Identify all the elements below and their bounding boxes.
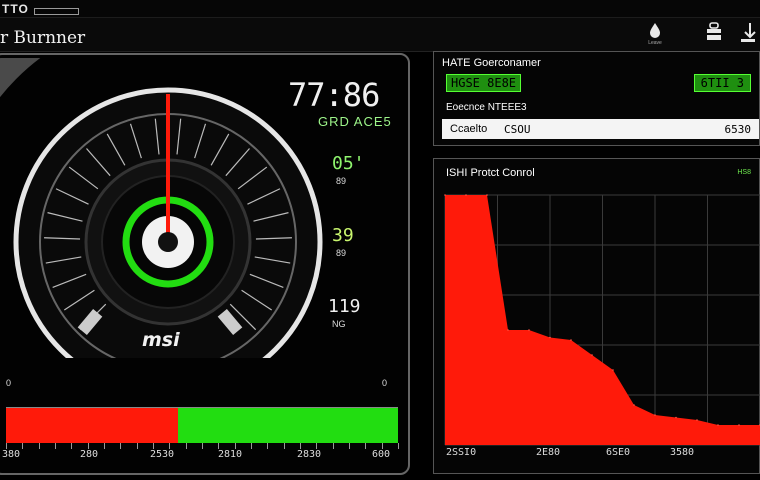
chart-tag: HS8 <box>737 169 751 176</box>
page-title: r Burnner <box>0 28 86 48</box>
speedometer-gauge: msi <box>0 58 323 358</box>
info-input-label: Ccaelto <box>450 123 488 135</box>
stat-1-label: 89 <box>336 176 347 186</box>
load-bar-left-marker: 0 <box>6 378 12 388</box>
info-title: HATE Goerconamer <box>442 57 541 69</box>
app-name: TTO <box>2 2 29 16</box>
profile-button-label: Leave <box>648 40 662 46</box>
speed-readout: 77:86 <box>288 76 380 114</box>
stat-3-label: NG <box>332 319 346 329</box>
chart-panel: ISHI Protct Conrol HS8 <box>433 158 760 474</box>
info-badge[interactable]: HGSE 8E8E <box>446 74 522 92</box>
chart-x-label: 2E80 <box>536 447 561 458</box>
info-value-badge[interactable]: 6TII 3 <box>693 74 751 92</box>
download-icon <box>741 23 756 42</box>
stat-1-value: 05' <box>332 153 365 174</box>
gauge-needle-pivot <box>158 232 178 252</box>
info-panel: HATE Goerconamer HGSE 8E8E 6TII 3 Eoecnc… <box>433 51 760 146</box>
chart-title: ISHI Protct Conrol <box>446 167 535 179</box>
load-bar <box>6 407 398 443</box>
stat-3-value: 119 <box>328 296 361 317</box>
drop-icon <box>650 23 660 38</box>
download-button[interactable] <box>740 22 756 48</box>
load-bar-red-segment <box>6 408 179 443</box>
stat-2-value: 39 <box>332 225 354 246</box>
chart-x-labels: 2SSI0 2E80 6SE0 3580 <box>0 447 760 459</box>
header: r Burnner Leave <box>0 18 760 52</box>
stat-3: 119 NG <box>328 296 361 329</box>
lock-button[interactable] <box>705 22 723 48</box>
load-bar-green-segment <box>178 408 398 443</box>
brand-logo: msi <box>142 329 180 351</box>
lock-icon <box>707 22 721 40</box>
speed-unit: GRD ACE5 <box>318 114 392 129</box>
title-bar: TTO <box>0 0 760 18</box>
stat-1: 05' 89 <box>332 153 365 186</box>
stat-2-label: 89 <box>336 248 347 258</box>
app-subtitle-box <box>34 8 79 15</box>
profile-button[interactable]: Leave <box>648 22 662 48</box>
chart-x-label: 6SE0 <box>606 447 631 458</box>
info-input-value: CSOU <box>504 123 531 136</box>
load-bar-right-marker: 0 <box>382 378 388 388</box>
stat-2: 39 89 <box>332 225 354 258</box>
info-input-right-value: 6530 <box>724 123 752 136</box>
chart-x-label: 2SSI0 <box>446 447 477 458</box>
info-row: Eoecnce NTEEE3 <box>446 102 527 113</box>
chart-x-label: 3580 <box>670 447 695 458</box>
info-input-row[interactable]: Ccaelto CSOU 6530 <box>442 119 759 139</box>
